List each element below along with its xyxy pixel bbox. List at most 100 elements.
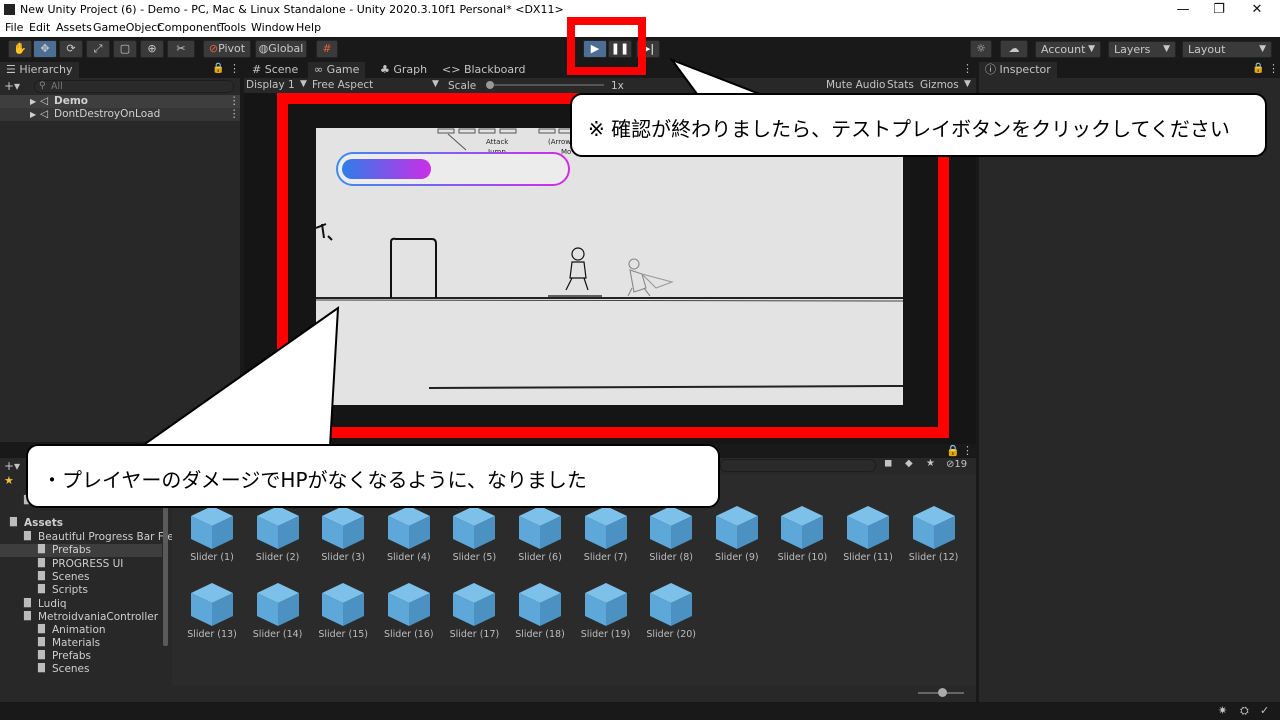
folder-label: Prefabs <box>52 650 91 662</box>
asset-item[interactable]: Slider (10) <box>769 504 835 563</box>
asset-item[interactable]: Slider (14) <box>245 581 311 640</box>
tools-icon: ✂ <box>176 42 186 55</box>
menu-help[interactable]: Help <box>296 21 321 34</box>
asset-item[interactable]: Slider (16) <box>376 581 442 640</box>
asset-item[interactable]: Slider (17) <box>441 581 507 640</box>
gizmos-toggle[interactable]: Gizmos <box>920 79 959 91</box>
global-toggle[interactable]: ◍Global <box>255 40 307 58</box>
tab-blackboard[interactable]: <> Blackboard <box>436 62 531 78</box>
more-icon[interactable]: ⋮ <box>962 62 973 75</box>
folder-item[interactable]: ▇ Prefabs <box>0 650 162 663</box>
asset-item[interactable]: Slider (5) <box>441 504 507 563</box>
more-icon[interactable]: ⋮ <box>229 108 240 121</box>
asset-item[interactable]: Slider (11) <box>835 504 901 563</box>
menu-window[interactable]: Window <box>251 21 294 34</box>
mute-audio-toggle[interactable]: Mute Audio <box>826 79 885 91</box>
more-icon[interactable]: ⋮ <box>962 444 973 457</box>
folder-item[interactable]: ▇ Animation <box>0 624 162 637</box>
asset-item[interactable]: Slider (7) <box>573 504 639 563</box>
folder-item[interactable]: ▇ Scripts <box>0 584 162 597</box>
bug-icon[interactable]: ⛭ <box>1240 704 1249 718</box>
asset-item[interactable]: Slider (4) <box>376 504 442 563</box>
more-icon[interactable]: ⋮ <box>229 62 240 75</box>
hierarchy-item-dontdestroyonload[interactable]: ▶ ◁ DontDestroyOnLoad ⋮ <box>0 108 240 121</box>
inspector-tabbar: ⓘ Inspector 🔒 ⋮ <box>979 62 1280 78</box>
hand-tool-button[interactable]: ✋ <box>8 40 32 58</box>
scale-slider-track[interactable] <box>494 84 604 86</box>
label-icon[interactable]: ◆ <box>905 458 913 469</box>
custom-tool-button[interactable]: ✂ <box>167 40 195 58</box>
lock-icon[interactable]: 🔒 <box>1252 63 1264 74</box>
tab-graph[interactable]: ♣ Graph <box>374 62 433 78</box>
asset-item[interactable]: Slider (2) <box>245 504 311 563</box>
move-tool-button[interactable]: ✥ <box>33 40 57 58</box>
folder-item[interactable]: ▇ Beautiful Progress Bar Fre <box>0 531 174 544</box>
menu-assets[interactable]: Assets <box>56 21 92 34</box>
asset-label: Slider (15) <box>318 629 368 640</box>
asset-item[interactable]: Slider (18) <box>507 581 573 640</box>
chevron-down-icon: ▼ <box>964 79 971 89</box>
asset-item[interactable]: Slider (3) <box>310 504 376 563</box>
folder-item[interactable]: ▇ Scenes <box>0 571 162 584</box>
asset-item[interactable]: Slider (6) <box>507 504 573 563</box>
menu-tools[interactable]: Tools <box>219 21 246 34</box>
transform-tool-button[interactable]: ⊕ <box>140 40 164 58</box>
check-icon[interactable]: ✓ <box>1260 704 1269 717</box>
asset-item[interactable]: Slider (13) <box>179 581 245 640</box>
grid-snap-button[interactable]: # <box>316 40 338 58</box>
more-icon[interactable]: ⋮ <box>229 95 240 108</box>
lock-icon[interactable]: 🔒 <box>946 444 960 457</box>
asset-item[interactable]: Slider (12) <box>901 504 967 563</box>
asset-item[interactable]: Slider (20) <box>638 581 704 640</box>
hierarchy-search[interactable]: ⚲ All <box>34 80 234 93</box>
lighting-button[interactable]: ☼ <box>970 40 992 58</box>
pivot-toggle[interactable]: ⊘Pivot <box>203 40 251 58</box>
tab-game[interactable]: ∞ Game <box>308 62 366 78</box>
sparkle-off-icon[interactable]: ✷ <box>1218 704 1227 717</box>
asset-item[interactable]: Slider (15) <box>310 581 376 640</box>
create-button[interactable]: +▾ <box>4 79 32 93</box>
account-dropdown[interactable]: Account ▼ <box>1035 41 1101 58</box>
scale-slider-handle[interactable] <box>486 81 494 89</box>
folder-item[interactable]: ▇ Scenes <box>0 663 162 676</box>
layers-dropdown[interactable]: Layers ▼ <box>1108 41 1176 58</box>
prefab-cube-icon <box>256 506 299 549</box>
icon-size-handle[interactable] <box>938 688 947 697</box>
close-button[interactable]: ✕ <box>1240 1 1274 19</box>
favorites-star-icon: ★ <box>4 474 14 487</box>
folder-item[interactable]: ▇ PROGRESS UI <box>0 558 162 571</box>
aspect-dropdown[interactable]: Free Aspect <box>312 79 373 91</box>
create-asset-button[interactable]: +▾ <box>4 459 20 473</box>
asset-item[interactable]: Slider (8) <box>638 504 704 563</box>
maximize-button[interactable]: ❐ <box>1202 1 1236 19</box>
cloud-button[interactable]: ☁ <box>1000 40 1028 58</box>
more-icon[interactable]: ⋮ <box>1268 62 1279 75</box>
tab-inspector[interactable]: ⓘ Inspector <box>979 62 1057 78</box>
menu-gameobject[interactable]: GameObject <box>93 21 162 34</box>
layout-dropdown[interactable]: Layout ▼ <box>1182 41 1272 58</box>
folder-item[interactable]: ▇ Assets <box>0 517 162 530</box>
folder-item[interactable]: ▇ Ludiq <box>0 598 162 611</box>
project-search[interactable] <box>720 459 876 472</box>
folder-item[interactable]: ▇ Materials <box>0 637 162 650</box>
rect-tool-button[interactable]: ▢ <box>113 40 137 58</box>
asset-item[interactable]: Slider (19) <box>573 581 639 640</box>
menu-edit[interactable]: Edit <box>29 21 50 34</box>
hierarchy-item-demo[interactable]: ▶ ◁ Demo ⋮ <box>0 95 240 108</box>
tab-scene[interactable]: # Scene <box>246 62 304 78</box>
menu-file[interactable]: File <box>5 21 23 34</box>
display-dropdown[interactable]: Display 1 <box>246 79 295 91</box>
lock-icon[interactable]: 🔒 <box>212 63 224 74</box>
menu-component[interactable]: Component <box>157 21 221 34</box>
rotate-tool-button[interactable]: ⟳ <box>59 40 83 58</box>
stats-toggle[interactable]: Stats <box>887 79 914 91</box>
minimize-button[interactable]: — <box>1166 1 1200 19</box>
scale-tool-button[interactable]: ⤢ <box>86 40 110 58</box>
tab-hierarchy[interactable]: ☰ Hierarchy <box>0 62 79 78</box>
star-icon[interactable]: ★ <box>926 458 935 469</box>
folder-item[interactable]: ▇ MetroidvaniaController <box>0 611 162 624</box>
folder-item[interactable]: ▇ Prefabs <box>0 544 162 557</box>
filter-icon[interactable]: ◼ <box>884 458 892 469</box>
asset-item[interactable]: Slider (1) <box>179 504 245 563</box>
asset-item[interactable]: Slider (9) <box>704 504 770 563</box>
